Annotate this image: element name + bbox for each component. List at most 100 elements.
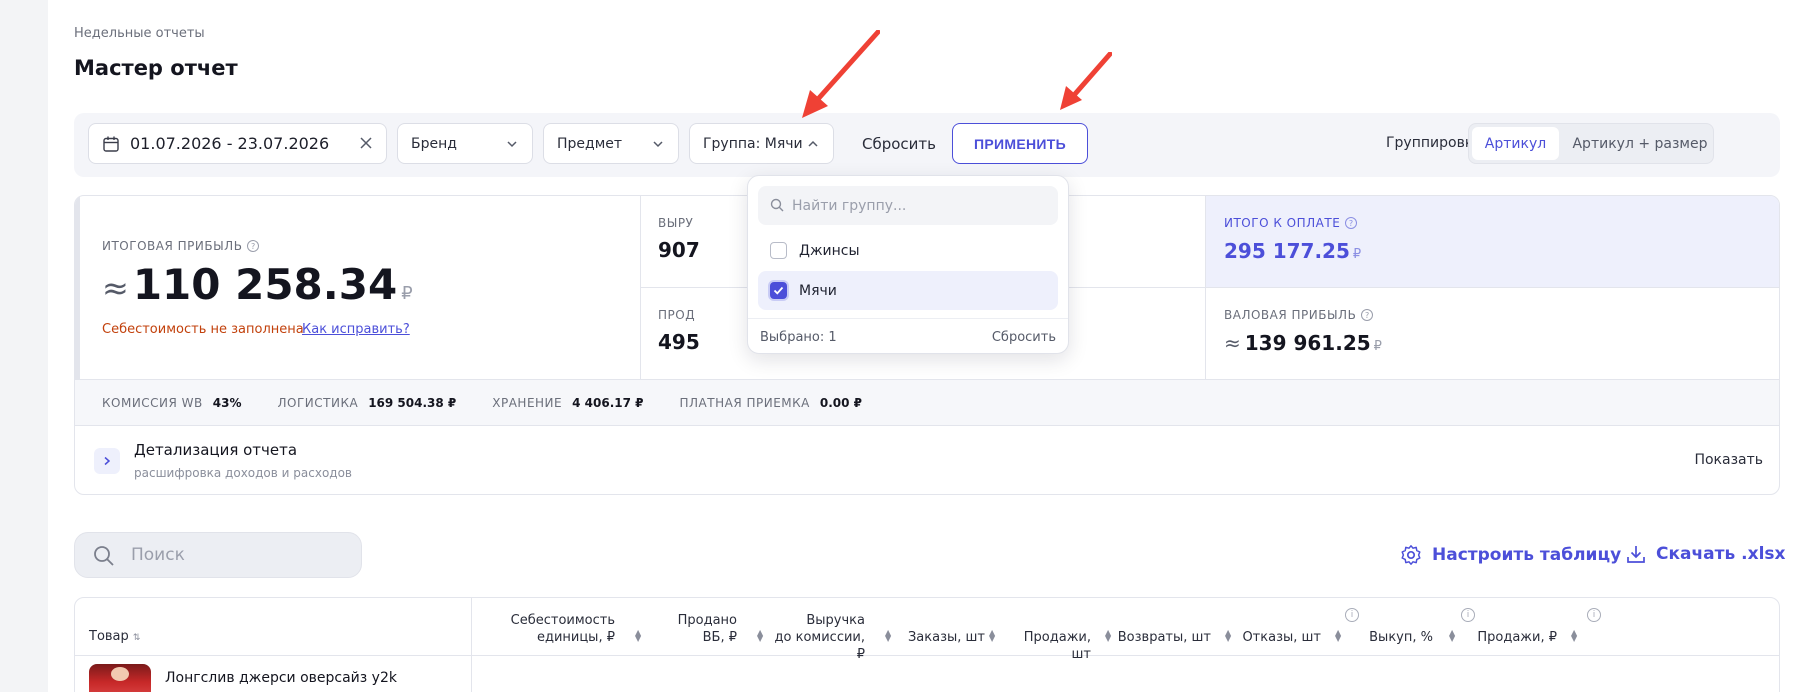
page-title: Мастер отчет	[74, 56, 238, 80]
product-thumbnail[interactable]	[89, 664, 151, 692]
info-icon[interactable]: i	[1345, 608, 1359, 622]
currency-sign: ₽	[401, 283, 413, 304]
details-title: Детализация отчета	[134, 441, 298, 459]
group-option-balls[interactable]: Мячи	[758, 271, 1058, 310]
to-pay-value: 295 177.25 ₽	[1224, 239, 1362, 263]
sort-icon[interactable]: ▲ ▼	[635, 629, 641, 643]
apply-button[interactable]: ПРИМЕНИТЬ	[952, 123, 1088, 164]
sort-icon[interactable]: ▲ ▼	[885, 629, 891, 643]
total-profit-card: ИТОГОВАЯ ПРИБЫЛЬ ? ≈ 110 258.34 ₽ Себест…	[75, 196, 641, 379]
column-header-sales-rub[interactable]: Продажи, ₽	[1459, 629, 1557, 646]
revenue-value: 907	[658, 238, 700, 262]
sort-icon[interactable]: ▲ ▼	[1571, 629, 1577, 643]
column-header-product[interactable]: Товар ⇅	[89, 628, 140, 647]
column-header-sold-wb[interactable]: Продано ВБ, ₽	[655, 612, 737, 646]
search-icon	[94, 546, 114, 566]
sales-value: 495	[658, 330, 700, 354]
total-profit-label: ИТОГОВАЯ ПРИБЫЛЬ ?	[102, 239, 260, 253]
download-xlsx-button[interactable]: Скачать .xlsx	[1626, 544, 1785, 564]
check-icon	[773, 286, 784, 295]
question-icon[interactable]: ?	[1361, 309, 1374, 321]
brand-select-label: Бренд	[411, 135, 457, 152]
date-range-value: 01.07.2026 - 23.07.2026	[130, 134, 330, 153]
chevron-right-icon[interactable]	[94, 448, 120, 474]
configure-table-button[interactable]: Настроить таблицу	[1400, 544, 1621, 566]
group-option-label: Мячи	[799, 282, 837, 299]
product-name[interactable]: Лонгслив джерси оверсайз y2k	[165, 670, 397, 686]
to-pay-card: ИТОГО К ОПЛАТЕ ? 295 177.25 ₽	[1206, 196, 1779, 288]
details-subtitle: расшифровка доходов и расходов	[134, 466, 352, 480]
total-profit-value: ≈ 110 258.34 ₽	[102, 260, 413, 309]
group-dropdown-footer: Выбрано: 1 Сбросить	[748, 318, 1068, 354]
gross-profit-card: ВАЛОВАЯ ПРИБЫЛЬ ? ≈139 961.25 ₽	[1206, 288, 1779, 379]
download-label: Скачать .xlsx	[1656, 544, 1786, 564]
table-search	[74, 532, 362, 578]
filter-bar: 01.07.2026 - 23.07.2026 Бренд Предмет Гр…	[74, 113, 1780, 177]
clear-icon[interactable]	[358, 135, 374, 151]
sort-icon[interactable]: ▲ ▼	[757, 629, 763, 643]
brand-select[interactable]: Бренд	[397, 123, 533, 164]
grouping-option-article[interactable]: Артикул	[1472, 127, 1559, 160]
column-header-orders[interactable]: Заказы, шт	[895, 629, 985, 646]
info-icon[interactable]: i	[1587, 608, 1601, 622]
question-icon[interactable]: ?	[1345, 217, 1358, 229]
reset-filters-button[interactable]: Сбросить	[862, 135, 936, 153]
total-profit-number: 110 258.34	[132, 260, 398, 309]
sort-icon[interactable]: ▲ ▼	[1335, 629, 1341, 643]
table-row[interactable]: Лонгслив джерси оверсайз y2k	[89, 664, 397, 692]
sales-label: ПРОД	[658, 308, 696, 322]
grouping-option-article-size[interactable]: Артикул + размер	[1569, 127, 1711, 160]
group-select-label: Группа: Мячи	[703, 135, 803, 152]
sort-icon[interactable]: ▲ ▼	[1105, 629, 1111, 643]
grouping-toggle: Артикул Артикул + размер	[1468, 123, 1714, 164]
column-divider	[471, 598, 472, 692]
stat-paid-acceptance: ПЛАТНАЯ ПРИЕМКА 0.00 ₽	[679, 395, 863, 410]
sort-icon[interactable]: ▲ ▼	[989, 629, 995, 643]
page: Недельные отчеты Мастер отчет 01.07.2026…	[48, 0, 1802, 692]
gear-icon	[1401, 545, 1421, 565]
date-range-picker[interactable]: 01.07.2026 - 23.07.2026	[88, 123, 387, 164]
report-details-row[interactable]: Детализация отчета расшифровка доходов и…	[75, 426, 1779, 494]
table-search-input[interactable]	[131, 533, 351, 577]
revenue-label: ВЫРУ	[658, 216, 694, 230]
column-header-revenue[interactable]: Выручка до комиссии, ₽	[765, 612, 865, 663]
cost-warning: Себестоимость не заполнена	[102, 322, 304, 337]
stat-logistics: ЛОГИСТИКА 169 504.38 ₽	[277, 395, 457, 410]
sort-icon[interactable]: ▲ ▼	[1225, 629, 1231, 643]
table-header: Товар ⇅ Себестоимость единицы, ₽ ▲ ▼ Прод…	[75, 598, 1779, 692]
group-search-input[interactable]	[792, 186, 1042, 225]
subject-select[interactable]: Предмет	[543, 123, 679, 164]
group-select[interactable]: Группа: Мячи	[689, 123, 834, 164]
to-pay-label: ИТОГО К ОПЛАТЕ ?	[1224, 216, 1358, 230]
approx-sign: ≈	[102, 269, 129, 307]
question-icon[interactable]: ?	[247, 240, 260, 252]
how-to-fix-link[interactable]: Как исправить?	[302, 322, 410, 337]
group-search	[758, 186, 1058, 225]
column-header-buyout[interactable]: Выкуп, %	[1351, 629, 1433, 646]
group-option-jeans[interactable]: Джинсы	[758, 231, 1058, 270]
stat-commission: КОМИССИЯ WB 43%	[102, 395, 242, 410]
chevron-down-icon	[653, 141, 663, 148]
column-header-sales-count[interactable]: Продажи, шт	[1001, 629, 1091, 663]
download-icon	[1627, 546, 1645, 563]
selected-count: Выбрано: 1	[760, 330, 837, 345]
group-reset-button[interactable]: Сбросить	[992, 330, 1056, 345]
configure-table-label: Настроить таблицу	[1432, 545, 1622, 565]
gross-profit-label: ВАЛОВАЯ ПРИБЫЛЬ ?	[1224, 308, 1374, 322]
gross-profit-value: ≈139 961.25 ₽	[1224, 331, 1382, 355]
sort-icon[interactable]: ⇅	[133, 633, 141, 643]
column-header-unit-cost[interactable]: Себестоимость единицы, ₽	[505, 612, 615, 646]
checkbox-checked[interactable]	[770, 282, 787, 299]
info-icon[interactable]: i	[1461, 608, 1475, 622]
group-option-label: Джинсы	[799, 242, 860, 259]
calendar-icon	[103, 136, 119, 152]
breadcrumb[interactable]: Недельные отчеты	[74, 26, 205, 41]
column-header-refusals[interactable]: Отказы, шт	[1235, 629, 1321, 646]
column-header-returns[interactable]: Возвраты, шт	[1115, 629, 1211, 646]
chevron-up-icon	[808, 140, 818, 147]
search-icon	[770, 198, 784, 212]
chevron-down-icon	[507, 141, 517, 148]
sort-icon[interactable]: ▲ ▼	[1449, 629, 1455, 643]
checkbox[interactable]	[770, 242, 787, 259]
show-details-button[interactable]: Показать	[1694, 452, 1763, 468]
